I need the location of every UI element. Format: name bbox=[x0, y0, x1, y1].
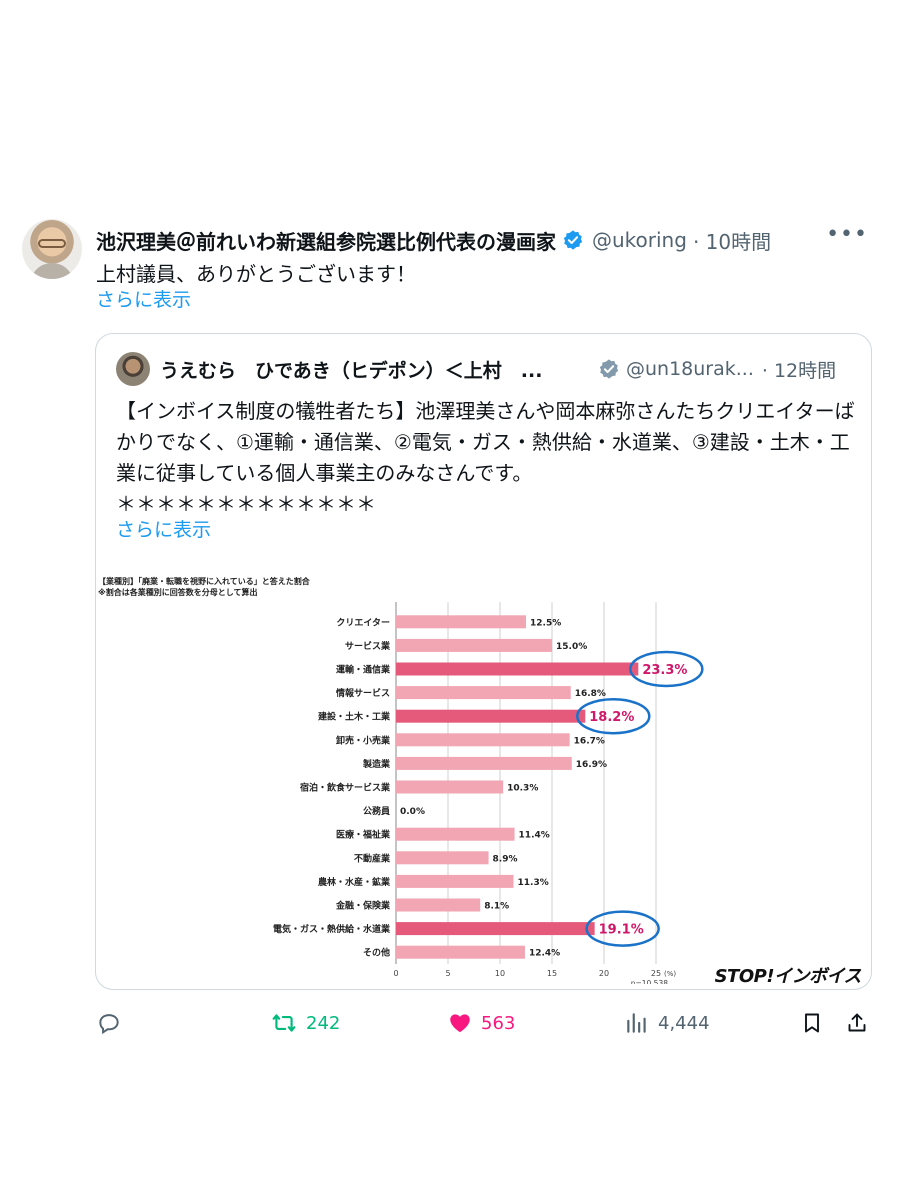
bar bbox=[396, 686, 571, 700]
category-label: サービス業 bbox=[345, 640, 391, 652]
bar bbox=[396, 851, 489, 865]
reply-icon bbox=[99, 1014, 119, 1035]
value-label: 16.7% bbox=[574, 736, 605, 746]
value-label: 16.8% bbox=[575, 689, 606, 699]
quoted-tweet-time[interactable]: · 12時間 bbox=[762, 356, 836, 383]
quoted-author-handle[interactable]: @un18urak... bbox=[626, 358, 754, 380]
quoted-show-more-link[interactable]: さらに表示 bbox=[116, 515, 211, 542]
quoted-tweet-text: 【インボイス制度の犠牲者たち】池澤理美さんや岡本麻弥さんたちクリエイターばかりで… bbox=[116, 399, 855, 516]
views-button[interactable]: 4,444 bbox=[624, 1005, 710, 1041]
value-label: 18.2% bbox=[589, 710, 634, 725]
share-button[interactable] bbox=[845, 1005, 877, 1041]
like-count: 563 bbox=[481, 1012, 516, 1034]
value-label: 12.4% bbox=[529, 949, 560, 959]
value-label: 19.1% bbox=[599, 923, 644, 938]
value-label: 15.0% bbox=[556, 642, 587, 652]
quoted-author-avatar[interactable] bbox=[116, 352, 150, 386]
x-unit-label: (%) bbox=[664, 970, 676, 978]
category-label: 不動産業 bbox=[354, 852, 391, 864]
retweet-icon bbox=[272, 1014, 296, 1032]
author-name[interactable]: 池沢理美＠前れいわ新選組参院選比例代表の漫画家 bbox=[96, 226, 556, 255]
views-chart-icon bbox=[627, 1013, 646, 1033]
category-label: 医療・福祉業 bbox=[336, 829, 391, 841]
category-label: 運輸・通信業 bbox=[336, 664, 391, 676]
chart-title: 【業種別】「廃業・転職を視野に入れている」と答えた割合 bbox=[98, 576, 311, 586]
bar bbox=[396, 615, 526, 629]
value-label: 12.5% bbox=[530, 618, 561, 628]
tweet-text: 上村議員、ありがとうございます！ bbox=[96, 262, 416, 286]
bar-chart: 【業種別】「廃業・転職を視野に入れている」と答えた割合※割合は各業種別に回答数を… bbox=[98, 576, 704, 984]
author-handle[interactable]: @ukoring bbox=[592, 228, 687, 252]
heart-icon bbox=[450, 1014, 470, 1033]
bar bbox=[396, 780, 504, 794]
x-tick-label: 5 bbox=[445, 969, 450, 978]
verified-badge-icon bbox=[563, 230, 583, 250]
chart-subtitle: ※割合は各業種別に回答数を分母として算出 bbox=[98, 587, 258, 597]
value-label: 8.9% bbox=[493, 854, 518, 864]
avatar-body bbox=[30, 263, 74, 279]
bar bbox=[396, 874, 514, 888]
category-label: 金融・保険業 bbox=[335, 900, 391, 912]
action-bar: 242 563 4,444 bbox=[0, 1005, 900, 1041]
value-label: 11.4% bbox=[519, 831, 550, 841]
x-tick-label: 15 bbox=[547, 969, 557, 978]
more-options-icon[interactable]: ••• bbox=[826, 222, 868, 247]
quoted-tweet[interactable]: うえむら ひであき（ヒデポン）＜上村 ... @un18urak... · 12… bbox=[95, 333, 872, 990]
stop-invoice-logo: STOP!インボイス bbox=[714, 966, 862, 987]
share-icon bbox=[848, 1013, 866, 1032]
value-label: 10.3% bbox=[507, 784, 538, 794]
bookmark-button[interactable] bbox=[800, 1005, 832, 1041]
retweet-button[interactable]: 242 bbox=[270, 1005, 340, 1041]
retweet-count: 242 bbox=[306, 1012, 341, 1034]
category-label: 情報サービス bbox=[335, 687, 390, 699]
reply-button[interactable] bbox=[96, 1005, 130, 1041]
x-tick-label: 10 bbox=[495, 969, 505, 978]
bar bbox=[396, 662, 639, 676]
bar bbox=[396, 945, 525, 959]
quoted-tweet-header: うえむら ひであき（ヒデポン）＜上村 ... @un18urak... · 12… bbox=[160, 352, 860, 386]
category-label: 製造業 bbox=[362, 758, 391, 770]
category-label: 建設・土木・工業 bbox=[318, 711, 391, 723]
x-tick-label: 0 bbox=[393, 969, 398, 978]
avatar-glasses bbox=[38, 239, 66, 248]
category-label: 宿泊・飲食サービス業 bbox=[300, 782, 391, 794]
value-label: 0.0% bbox=[400, 807, 425, 817]
value-label: 11.3% bbox=[518, 878, 549, 888]
bar bbox=[396, 827, 515, 841]
value-label: 8.1% bbox=[484, 902, 509, 912]
bar bbox=[396, 756, 572, 770]
bar bbox=[396, 922, 595, 936]
category-label: 電気・ガス・熱供給・水道業 bbox=[273, 923, 391, 935]
category-label: その他 bbox=[363, 947, 390, 959]
sample-size-note: n=10,538 bbox=[631, 979, 669, 984]
tweet-header: 池沢理美＠前れいわ新選組参院選比例代表の漫画家 @ukoring · 10時間 … bbox=[96, 222, 886, 258]
category-label: 卸売・小売業 bbox=[336, 734, 391, 746]
bar bbox=[396, 898, 481, 912]
tweet-time[interactable]: · 10時間 bbox=[693, 226, 771, 255]
x-tick-label: 20 bbox=[599, 969, 609, 978]
bookmark-icon bbox=[805, 1013, 819, 1033]
value-label: 23.3% bbox=[642, 663, 687, 678]
bar bbox=[396, 638, 552, 652]
x-tick-label: 25 bbox=[651, 969, 661, 978]
view-count: 4,444 bbox=[658, 1012, 710, 1034]
verified-badge-icon bbox=[599, 359, 619, 379]
value-label: 16.9% bbox=[576, 760, 607, 770]
category-label: 公務員 bbox=[363, 805, 390, 817]
author-avatar[interactable] bbox=[22, 219, 82, 279]
like-button[interactable]: 563 bbox=[447, 1005, 515, 1041]
category-label: 農林・水産・鉱業 bbox=[318, 876, 391, 888]
show-more-link[interactable]: さらに表示 bbox=[96, 285, 191, 312]
quoted-author-name[interactable]: うえむら ひであき（ヒデポン）＜上村 ... bbox=[160, 356, 590, 383]
category-label: クリエイター bbox=[336, 616, 390, 628]
bar bbox=[396, 709, 586, 723]
bar bbox=[396, 733, 570, 747]
